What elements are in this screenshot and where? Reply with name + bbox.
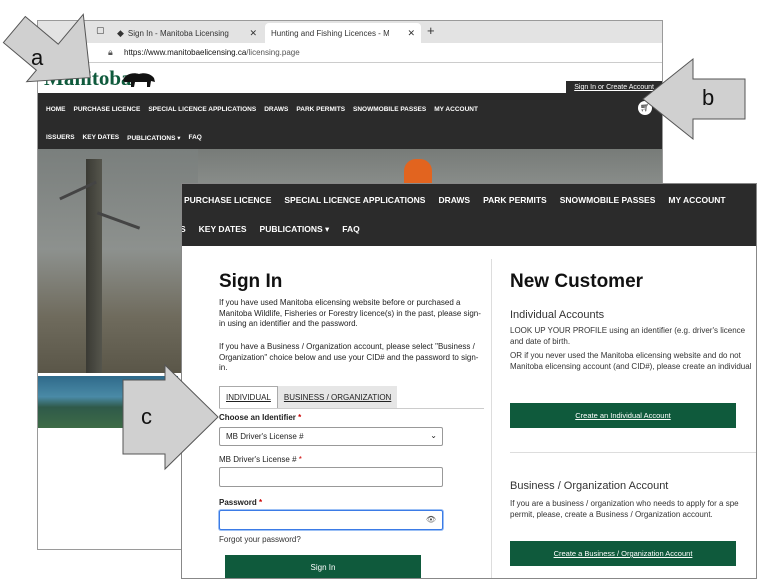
business-account-heading: Business / Organization Account [510, 480, 669, 492]
nav-faq[interactable]: FAQ [189, 134, 202, 142]
nav-key-dates[interactable]: KEY DATES [199, 224, 247, 235]
tab-business-organization[interactable]: BUSINESS / ORGANIZATION [277, 386, 398, 408]
browser-tab-hunting[interactable]: Hunting and Fishing Licences - M ✕ [265, 23, 421, 43]
identifier-label: Choose an Identifier * [219, 413, 302, 422]
business-note-text: If you have a Business / Organization ac… [219, 342, 479, 372]
business-text-line: If you are a business / organization who… [510, 499, 739, 508]
nav-draws[interactable]: DRAWS [438, 195, 470, 205]
callout-letter-a: a [31, 45, 44, 70]
nav-park-permits[interactable]: PARK PERMITS [483, 195, 547, 205]
nav-snowmobile-passes[interactable]: SNOWMOBILE PASSES [560, 195, 656, 205]
new-tab-icon[interactable]: + [427, 23, 435, 38]
callout-letter-c: c [141, 404, 152, 429]
tree-branch [96, 211, 141, 230]
nav-publications[interactable]: PUBLICATIONS ▾ [260, 224, 330, 235]
nav-issuers[interactable]: ISSUERS [46, 134, 75, 142]
password-label: Password * [219, 498, 263, 507]
license-number-label: MB Driver's License # * [219, 455, 302, 464]
url-text[interactable]: https://www.manitobaelicensing.ca/licens… [124, 48, 300, 57]
tree-trunk [86, 159, 102, 373]
nav-purchase-licence[interactable]: PURCHASE LICENCE [184, 195, 271, 205]
nav-special-licence-applications[interactable]: SPECIAL LICENCE APPLICATIONS [148, 106, 256, 113]
new-customer-heading: New Customer [510, 271, 644, 292]
create-individual-account-button[interactable]: Create an Individual Account [510, 403, 736, 428]
nav-park-permits[interactable]: PARK PERMITS [296, 106, 345, 113]
show-password-icon[interactable]: 👁︎ [426, 515, 436, 524]
nav-draws[interactable]: DRAWS [264, 106, 288, 113]
signin-intro-text: If you have used Manitoba elicensing web… [219, 298, 481, 328]
address-bar[interactable]: 🔒︎ https://www.manitobaelicensing.ca/lic… [38, 43, 662, 63]
signin-heading: Sign In [219, 271, 283, 292]
close-tab-icon[interactable]: ✕ [407, 28, 415, 39]
background-main-nav: HOME PURCHASE LICENCE SPECIAL LICENCE AP… [38, 93, 662, 149]
individual-text-line: and date of birth. [510, 337, 571, 346]
individual-text-line: Manitoba elicensing account (and CID#), … [510, 362, 752, 371]
individual-text-line: OR if you never used the Manitoba elicen… [510, 351, 741, 360]
callout-arrow-c: c [115, 360, 230, 475]
nav-special-licence-applications[interactable]: SPECIAL LICENCE APPLICATIONS [284, 195, 425, 205]
nav-issuers[interactable]: S [182, 224, 186, 235]
browser-tab-signin[interactable]: ◆ Sign In - Manitoba Licensing ✕ [111, 23, 263, 43]
identifier-select-value: MB Driver's License # [226, 432, 304, 441]
nav-key-dates[interactable]: KEY DATES [83, 134, 120, 142]
forgot-password-link[interactable]: Forgot your password? [219, 535, 301, 544]
license-number-input[interactable] [219, 467, 443, 487]
main-nav: PURCHASE LICENCE SPECIAL LICENCE APPLICA… [182, 184, 756, 246]
business-text-line: permit, please, create a Business / Orga… [510, 510, 713, 519]
nav-snowmobile-passes[interactable]: SNOWMOBILE PASSES [353, 106, 426, 113]
browser-tab-label: Sign In - Manitoba Licensing [127, 28, 229, 38]
individual-accounts-heading: Individual Accounts [510, 309, 605, 321]
section-divider [510, 452, 756, 453]
nav-faq[interactable]: FAQ [342, 224, 359, 235]
callout-arrow-a: a [0, 0, 130, 110]
individual-text-line: LOOK UP YOUR PROFILE using an identifier… [510, 326, 746, 335]
chevron-down-icon: ⌄ [430, 431, 437, 440]
nav-publications[interactable]: PUBLICATIONS ▾ [127, 134, 180, 142]
callout-arrow-b: b [635, 55, 757, 155]
create-business-account-button[interactable]: Create a Business / Organization Account [510, 541, 736, 566]
identifier-select[interactable]: MB Driver's License # ⌄ [219, 427, 443, 446]
tab-underline [219, 408, 484, 409]
browser-tab-label: Hunting and Fishing Licences - M [271, 28, 389, 38]
signin-page-zoom: PURCHASE LICENCE SPECIAL LICENCE APPLICA… [181, 183, 757, 579]
close-tab-icon[interactable]: ✕ [249, 28, 257, 39]
sign-in-button[interactable]: Sign In [225, 555, 421, 578]
callout-letter-b: b [702, 85, 715, 110]
column-divider [491, 259, 492, 578]
password-input[interactable]: 👁︎ [219, 510, 443, 530]
account-type-tabs: INDIVIDUAL BUSINESS / ORGANIZATION [219, 386, 398, 408]
browser-tab-bar: ▢ ◆ Sign In - Manitoba Licensing ✕ Hunti… [38, 21, 662, 43]
nav-my-account[interactable]: MY ACCOUNT [668, 195, 725, 205]
site-header: Manitoba Sign In or Create Account [38, 63, 662, 94]
hero-image-forest [38, 149, 198, 373]
nav-my-account[interactable]: MY ACCOUNT [434, 106, 478, 113]
